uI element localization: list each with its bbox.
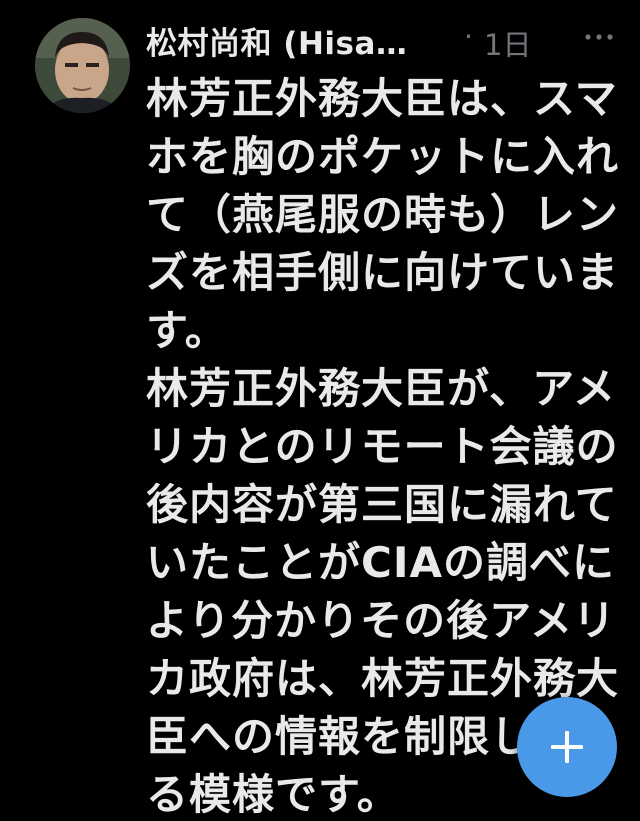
tweet-text-line: 林芳正外務大臣が、アメ [146,364,617,413]
tweet-text-line: リカとのリモート会議の [146,422,619,471]
author-name[interactable]: 松村尚和 (Hisa… [146,18,407,63]
person-photo-avatar-icon [35,18,130,113]
tweet-text-line: ホを胸のポケットに入れ [146,132,620,181]
more-dots-icon [585,34,613,40]
tweet-text-line: より分かりその後アメリ [146,596,617,645]
tweet-text-line: 後内容が第三国に漏れて [146,480,618,529]
more-options-button[interactable] [582,26,616,48]
tweet-header: 松村尚和 (Hisa… · 1日 [146,14,626,64]
author-avatar[interactable] [35,18,130,113]
tweet-text-line: カ政府は、林芳正外務大 [146,654,620,703]
tweet-text-line: 林芳正外務大臣は、スマ [146,74,618,123]
tweet-text-line: いたことがCIAの調べに [146,538,615,587]
tweet-text-line: て（燕尾服の時も）レン [146,190,620,239]
compose-tweet-button[interactable] [517,697,617,797]
timestamp[interactable]: 1日 [484,22,531,64]
tweet-text-line: す。 [146,306,228,355]
tweet[interactable]: 松村尚和 (Hisa… · 1日 林芳正外務大臣は、スマ ホを胸のポケットに入れ… [0,0,640,821]
plus-icon [547,727,587,767]
meta-separator: · [464,20,473,53]
tweet-text-line: ズを相手側に向けていま [146,248,620,297]
